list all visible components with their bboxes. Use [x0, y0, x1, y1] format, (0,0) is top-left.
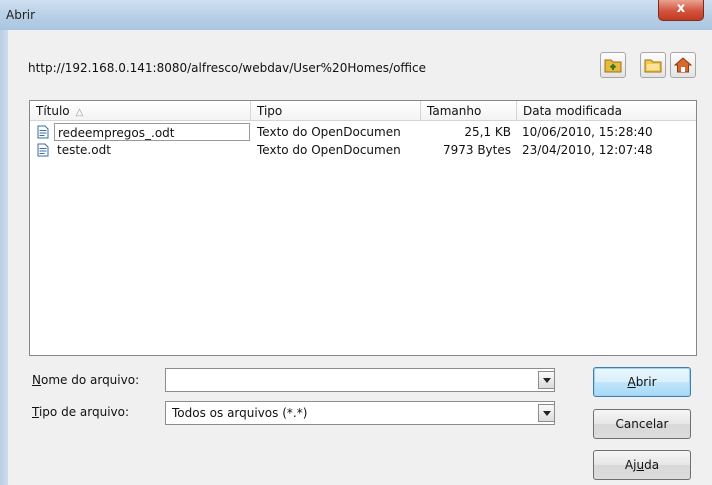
new-folder-icon: [644, 59, 662, 73]
open-button[interactable]: Abrir: [593, 367, 691, 397]
filename-field[interactable]: [165, 368, 555, 392]
filename-dropdown-button[interactable]: [538, 371, 555, 389]
filename-label: Nome do arquivo:: [32, 373, 140, 387]
column-header-date[interactable]: Data modificada: [517, 101, 696, 121]
file-row[interactable]: redeempregos_.odt Texto do OpenDocumen 2…: [30, 123, 696, 141]
column-header-size[interactable]: Tamanho: [421, 101, 517, 121]
column-header-type[interactable]: Tipo: [251, 101, 421, 121]
filetype-dropdown-button[interactable]: [538, 404, 555, 422]
home-icon: [674, 57, 692, 73]
file-name[interactable]: redeempregos_.odt: [54, 123, 250, 141]
file-type: Texto do OpenDocumen: [257, 125, 401, 139]
filetype-label: Tipo de arquivo:: [32, 405, 130, 419]
sort-ascending-icon: △: [75, 107, 84, 118]
home-button[interactable]: [670, 52, 696, 78]
chevron-down-icon: [542, 377, 551, 383]
cancel-button[interactable]: Cancelar: [593, 409, 691, 439]
file-size: 7973 Bytes: [442, 143, 511, 157]
file-row[interactable]: teste.odt Texto do OpenDocumen 7973 Byte…: [30, 141, 696, 159]
window-frame-left: [0, 30, 8, 485]
up-folder-button[interactable]: [600, 52, 626, 78]
current-path: http://192.168.0.141:8080/alfresco/webda…: [28, 61, 426, 75]
filetype-select[interactable]: Todos os arquivos (*.*): [165, 401, 555, 425]
file-name[interactable]: teste.odt: [57, 141, 250, 159]
new-folder-button[interactable]: [640, 52, 666, 78]
close-icon: x: [676, 1, 686, 16]
help-button[interactable]: Ajuda: [593, 450, 691, 480]
close-button[interactable]: x: [658, 0, 704, 21]
column-header-title[interactable]: Título △: [30, 101, 251, 121]
window-title: Abrir: [6, 8, 36, 22]
file-type: Texto do OpenDocumen: [257, 143, 401, 157]
file-date: 23/04/2010, 12:07:48: [522, 143, 653, 157]
document-icon: [37, 125, 49, 139]
document-icon: [37, 143, 49, 157]
file-date: 10/06/2010, 15:28:40: [522, 125, 653, 139]
file-size: 25,1 KB: [464, 125, 511, 139]
file-list[interactable]: Título △ Tipo Tamanho Data modificada red…: [29, 100, 697, 356]
title-bar[interactable]: Abrir x: [0, 0, 712, 30]
chevron-down-icon: [542, 410, 551, 416]
up-folder-icon: [604, 59, 622, 73]
